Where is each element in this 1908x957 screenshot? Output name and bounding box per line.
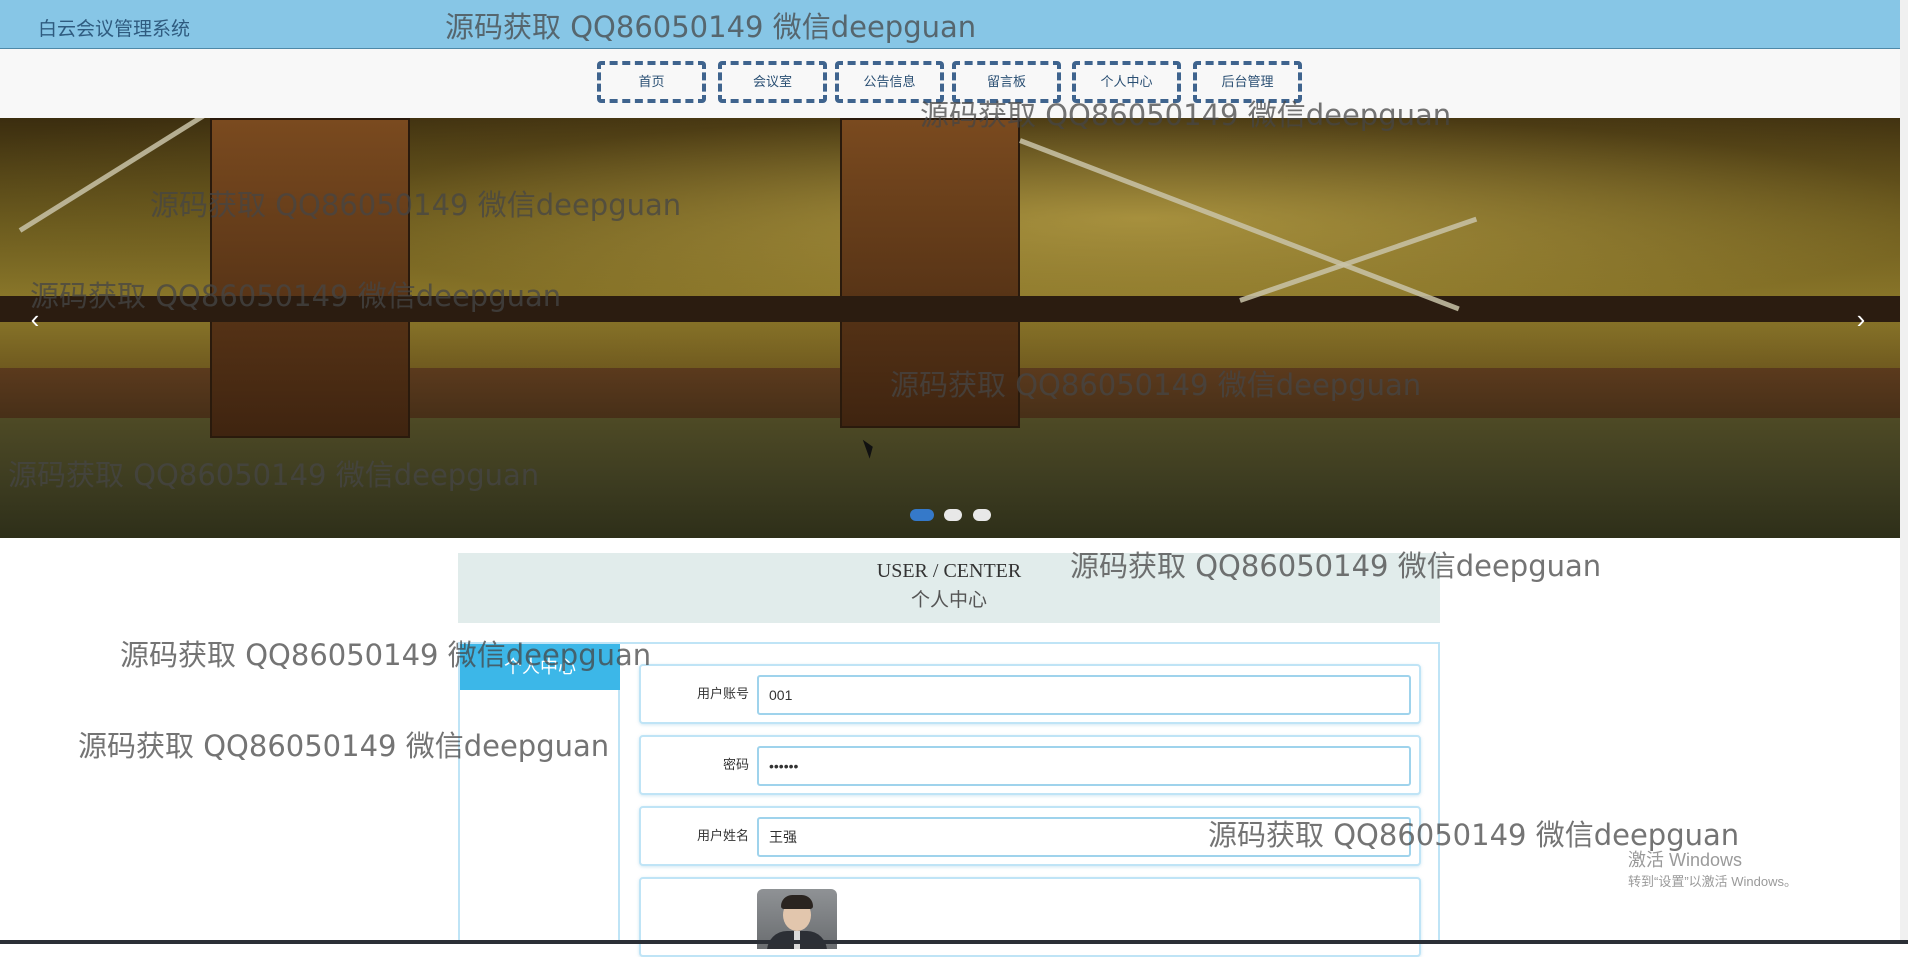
top-header-bar: 白云会议管理系统	[0, 0, 1900, 49]
banner-bridge-tower-right	[840, 118, 1020, 428]
account-label: 用户账号	[696, 686, 749, 701]
banner-bridge-tower-left	[210, 118, 410, 438]
banner-bridge-deck	[0, 296, 1900, 322]
windows-activation-title: 激活 Windows	[1628, 850, 1743, 870]
carousel-dot[interactable]	[972, 509, 991, 521]
user-center-heading: USER / CENTER 个人中心	[458, 553, 1440, 623]
account-input[interactable]: 001	[757, 675, 1411, 715]
taskbar-edge	[0, 940, 1908, 944]
chevron-left-icon[interactable]: ‹	[20, 304, 50, 334]
name-field-row: 用户姓名 王强	[639, 806, 1421, 866]
nav-item-user-center[interactable]: 个人中心	[1072, 61, 1181, 103]
user-center-title-cn: 个人中心	[910, 590, 987, 611]
password-field-row: 密码 ••••••	[639, 735, 1421, 795]
chevron-right-icon[interactable]: ›	[1846, 304, 1876, 334]
main-navigation: 首页 会议室 公告信息 留言板 个人中心 后台管理	[0, 49, 1900, 118]
site-brand[interactable]: 白云会议管理系统	[38, 14, 190, 41]
name-label: 用户姓名	[696, 828, 749, 843]
carousel-dot[interactable]	[910, 509, 934, 521]
avatar-field-row	[639, 877, 1421, 957]
carousel-dot[interactable]	[944, 509, 963, 521]
user-center-panel: 个人中心 用户账号 001 密码 •••••• 用户姓名 王强	[458, 642, 1440, 957]
vertical-scrollbar[interactable]	[1900, 0, 1908, 944]
nav-item-home[interactable]: 首页	[597, 61, 706, 103]
user-center-title-en: USER / CENTER	[876, 560, 1022, 582]
carousel-indicators	[910, 508, 997, 526]
password-input[interactable]: ••••••	[757, 746, 1411, 786]
name-input[interactable]: 王强	[757, 817, 1411, 857]
nav-item-admin[interactable]: 后台管理	[1193, 61, 1302, 103]
windows-activation-hint: 转到“设置”以激活 Windows。	[1628, 874, 1798, 889]
nav-item-announcements[interactable]: 公告信息	[835, 61, 944, 103]
account-field-row: 用户账号 001	[639, 664, 1421, 724]
sidebar-item-user-center[interactable]: 个人中心	[460, 644, 620, 690]
password-label: 密码	[722, 757, 749, 772]
nav-item-meeting-room[interactable]: 会议室	[718, 61, 827, 103]
avatar-hair	[781, 895, 813, 909]
nav-item-message-board[interactable]: 留言板	[952, 61, 1061, 103]
user-center-sidebar: 个人中心	[460, 644, 620, 944]
banner-carousel[interactable]: ‹ ›	[0, 118, 1900, 538]
